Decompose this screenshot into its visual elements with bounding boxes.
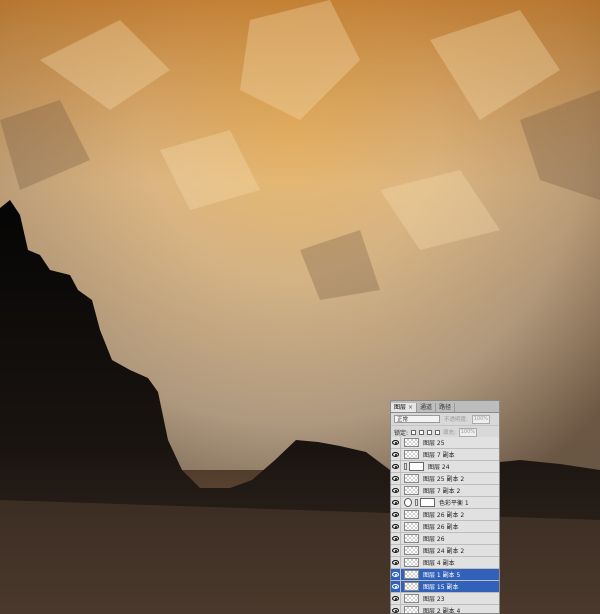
adjustment-layer-icon — [404, 498, 412, 507]
layer-name: 图层 4 副本 — [423, 560, 455, 567]
panel-tabs: 图层 × 通道 路径 — [391, 401, 499, 413]
layer-row[interactable]: 图层 24 — [391, 461, 499, 473]
fill-input[interactable]: 100% — [458, 427, 477, 437]
visibility-eye-icon[interactable] — [391, 581, 401, 592]
layer-thumbnail — [404, 606, 419, 613]
layer-row[interactable]: 图层 25 副本 2 — [391, 473, 499, 485]
layer-row[interactable]: 图层 25 — [391, 437, 499, 449]
artwork — [0, 0, 600, 614]
visibility-eye-icon[interactable] — [391, 521, 401, 532]
layer-thumbnail — [404, 450, 419, 459]
tab-channels-label: 通道 — [420, 404, 433, 411]
layer-mask-thumbnail[interactable] — [420, 498, 435, 507]
layer-row[interactable]: 图层 26 — [391, 533, 499, 545]
layer-name: 图层 7 副本 — [423, 452, 455, 459]
layer-row[interactable]: 图层 7 副本 — [391, 449, 499, 461]
layer-name: 图层 1 副本 5 — [423, 572, 461, 579]
layer-thumbnail — [404, 582, 419, 591]
layers-panel: 图层 × 通道 路径 正常 不透明度: 100% 锁定: 填充: 100% 图层 … — [390, 400, 500, 614]
layer-thumbnail — [404, 510, 419, 519]
opacity-label: 不透明度: — [444, 417, 468, 423]
lock-all-icon[interactable] — [435, 429, 441, 435]
document-canvas[interactable] — [0, 0, 600, 614]
lock-transparency-icon[interactable] — [411, 429, 417, 435]
visibility-eye-icon[interactable] — [391, 449, 401, 460]
layer-name: 图层 25 副本 2 — [423, 476, 465, 483]
layer-name: 图层 24 — [428, 464, 450, 471]
layer-thumbnail — [404, 534, 419, 543]
layer-thumbnail — [404, 546, 419, 555]
layer-thumbnail — [404, 486, 419, 495]
layer-thumbnail — [404, 594, 419, 603]
visibility-eye-icon[interactable] — [391, 437, 401, 448]
layer-name: 图层 26 副本 2 — [423, 512, 465, 519]
tab-channels[interactable]: 通道 — [417, 403, 437, 412]
lock-position-icon[interactable] — [427, 429, 433, 435]
layer-name: 图层 24 副本 2 — [423, 548, 465, 555]
layer-row[interactable]: 图层 24 副本 2 — [391, 545, 499, 557]
fill-label: 填充: — [443, 430, 456, 436]
tab-paths[interactable]: 路径 — [436, 403, 456, 412]
layer-name: 色彩平衡 1 — [439, 500, 469, 507]
layer-row[interactable]: 图层 1 副本 5 — [391, 569, 499, 581]
layer-row[interactable]: 图层 2 副本 4 — [391, 605, 499, 614]
layer-mask-thumbnail[interactable] — [409, 462, 424, 471]
visibility-eye-icon[interactable] — [391, 461, 401, 472]
layer-name: 图层 2 副本 4 — [423, 608, 461, 614]
layer-thumbnail — [404, 474, 419, 483]
visibility-eye-icon[interactable] — [391, 485, 401, 496]
tab-paths-label: 路径 — [439, 404, 452, 411]
layer-thumbnail — [404, 558, 419, 567]
blend-row: 正常 不透明度: 100% — [391, 413, 499, 426]
visibility-eye-icon[interactable] — [391, 593, 401, 604]
lock-pixels-icon[interactable] — [419, 429, 425, 435]
visibility-eye-icon[interactable] — [391, 497, 401, 508]
layer-thumbnail — [404, 438, 419, 447]
layer-row[interactable]: 图层 23 — [391, 593, 499, 605]
layer-name: 图层 23 — [423, 596, 445, 603]
layer-thumbnail — [404, 522, 419, 531]
link-chain-icon[interactable] — [415, 499, 418, 506]
close-icon[interactable]: × — [408, 404, 413, 411]
layer-thumbnail — [404, 570, 419, 579]
layer-name: 图层 26 — [423, 536, 445, 543]
visibility-eye-icon[interactable] — [391, 557, 401, 568]
visibility-eye-icon[interactable] — [391, 545, 401, 556]
visibility-eye-icon[interactable] — [391, 473, 401, 484]
layer-row[interactable]: 图层 26 副本 — [391, 521, 499, 533]
layer-name: 图层 7 副本 2 — [423, 488, 461, 495]
visibility-eye-icon[interactable] — [391, 533, 401, 544]
opacity-input[interactable]: 100% — [471, 414, 490, 424]
visibility-eye-icon[interactable] — [391, 605, 401, 613]
layer-row[interactable]: 图层 15 副本 — [391, 581, 499, 593]
tab-layers[interactable]: 图层 × — [391, 403, 418, 412]
layer-row[interactable]: 图层 7 副本 2 — [391, 485, 499, 497]
visibility-eye-icon[interactable] — [391, 569, 401, 580]
tab-layers-label: 图层 — [394, 404, 407, 411]
layer-name: 图层 26 副本 — [423, 524, 459, 531]
layer-row[interactable]: 色彩平衡 1 — [391, 497, 499, 509]
layer-row[interactable]: 图层 26 副本 2 — [391, 509, 499, 521]
lock-label: 锁定: — [394, 429, 409, 437]
layer-list: 图层 25 图层 7 副本 图层 24 图层 25 副本 2 图层 7 副本 2 色彩平衡… — [391, 437, 499, 613]
layer-row[interactable]: 图层 4 副本 — [391, 557, 499, 569]
link-chain-icon[interactable] — [404, 463, 407, 470]
layer-name: 图层 25 — [423, 440, 445, 447]
blend-mode-select[interactable]: 正常 — [394, 415, 440, 423]
visibility-eye-icon[interactable] — [391, 509, 401, 520]
layer-name: 图层 15 副本 — [423, 584, 459, 591]
